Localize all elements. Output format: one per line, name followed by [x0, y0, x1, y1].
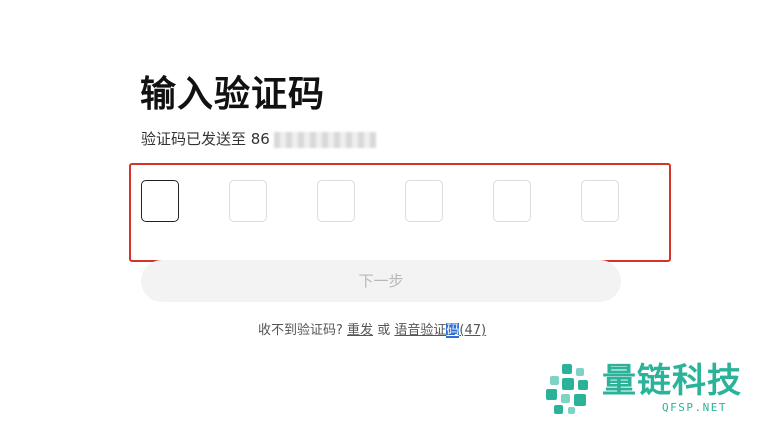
- code-digit-input-1[interactable]: [141, 180, 179, 222]
- code-digit-input-3[interactable]: [317, 180, 355, 222]
- voice-code-countdown: (47): [459, 323, 487, 338]
- sent-to-text: 验证码已发送至 86: [141, 130, 270, 148]
- phone-number-masked: [273, 131, 376, 148]
- code-digit-input-6[interactable]: [581, 180, 619, 222]
- code-digit-input-2[interactable]: [229, 180, 267, 222]
- watermark-subtext: QFSP.NET: [662, 401, 727, 414]
- voice-code-selected-char: 码: [446, 323, 460, 338]
- watermark-text: 量链科技: [602, 361, 742, 401]
- or-text: 或: [377, 323, 391, 338]
- voice-code-label: 语音验证: [394, 323, 447, 338]
- watermark: 量链科技 QFSP.NET: [538, 360, 761, 421]
- page-title: 输入验证码: [140, 74, 326, 115]
- voice-code-link[interactable]: 语音验证码(47): [394, 323, 486, 338]
- sent-to-line: 验证码已发送至 86: [141, 129, 376, 149]
- watermark-logo-icon: [546, 364, 588, 414]
- code-digit-input-4[interactable]: [405, 180, 443, 222]
- next-step-button[interactable]: 下一步: [141, 260, 621, 302]
- help-line: 收不到验证码? 重发 或 语音验证码(47): [258, 322, 486, 340]
- no-code-prompt: 收不到验证码?: [258, 323, 343, 338]
- resend-link[interactable]: 重发: [347, 323, 373, 338]
- code-digit-input-5[interactable]: [493, 180, 531, 222]
